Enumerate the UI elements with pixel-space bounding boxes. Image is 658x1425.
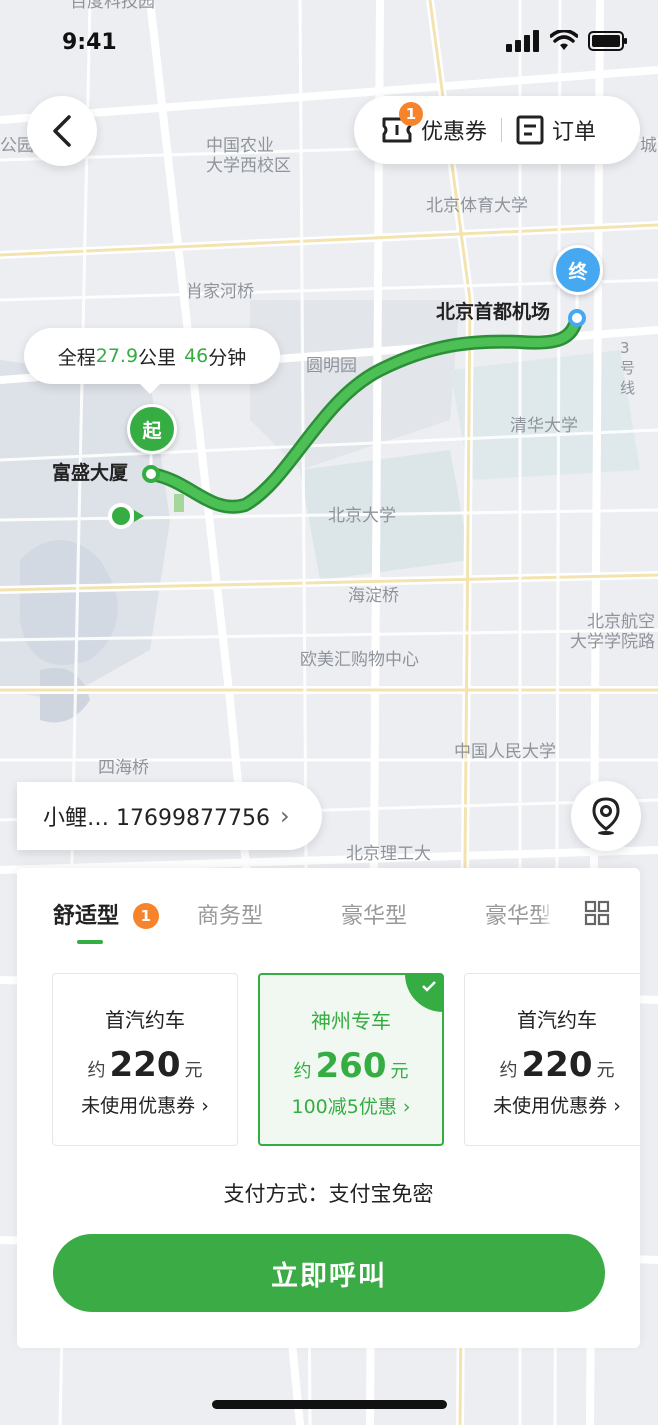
order-button[interactable]: 订单	[516, 114, 596, 146]
map-label: 肖家河桥	[186, 282, 254, 302]
car-price: 约 260 元	[293, 1046, 409, 1086]
chevron-right-icon: ›	[279, 802, 290, 830]
start-location-name: 富盛大厦	[52, 462, 129, 484]
coupon-badge: 1	[399, 102, 423, 126]
end-pin: 终	[553, 245, 603, 295]
map-label: 四海桥	[98, 758, 149, 778]
passenger-contact: 小鲤… 17699877756	[43, 806, 270, 831]
top-actions: 1 优惠券 订单	[354, 96, 640, 164]
car-options: 首汽约车 约 220 元 未使用优惠券 › 神州专车 约 260 元 100减5优惠 ›…	[52, 973, 640, 1148]
car-type-tabs: 舒适型 1 商务型 豪华型 豪华型	[17, 868, 640, 958]
car-selection-panel: 舒适型 1 商务型 豪华型 豪华型 首汽约车 约 220 元 未使用优惠券 › 神州…	[17, 868, 640, 1348]
battery-icon	[588, 31, 627, 51]
car-price: 约 220 元	[87, 1045, 203, 1085]
tab-badge: 1	[132, 903, 159, 929]
car-price: 约 220 元	[499, 1045, 615, 1085]
map-label: 中国农业 大学西校区	[206, 136, 291, 176]
map-label: 北京体育大学	[426, 196, 528, 216]
passenger-contact-button[interactable]: 小鲤… 17699877756 ›	[17, 782, 322, 850]
all-types-button[interactable]	[554, 868, 640, 958]
chevron-left-icon	[53, 115, 71, 147]
call-car-button[interactable]: 立即呼叫	[53, 1234, 605, 1312]
back-button[interactable]	[27, 96, 97, 166]
map-label: 北京航空 大学学院路	[570, 612, 655, 652]
home-indicator[interactable]	[212, 1400, 447, 1409]
trip-duration: 46	[184, 345, 209, 367]
grid-icon	[584, 900, 610, 926]
car-service-name: 首汽约车	[517, 1008, 597, 1032]
status-bar: 9:41	[0, 0, 658, 84]
location-pin-icon	[592, 797, 620, 835]
start-pin: 起	[127, 404, 177, 454]
cellular-signal-icon	[506, 30, 539, 52]
tab-comfort[interactable]: 舒适型 1	[53, 898, 159, 930]
car-option-card[interactable]: 首汽约车 约 220 元 未使用优惠券 ›	[464, 973, 640, 1146]
car-option-card[interactable]: 首汽约车 约 220 元 未使用优惠券 ›	[52, 973, 238, 1146]
end-location-name: 北京首都机场	[436, 301, 551, 323]
trip-summary: 全程 27.9 公里 46 分钟	[24, 328, 280, 394]
map-label: 欧美汇购物中心	[300, 650, 419, 670]
tab-business[interactable]: 商务型	[197, 898, 263, 930]
divider	[501, 118, 503, 142]
map-label: 北京大学	[328, 506, 396, 526]
coupon-label: 优惠券	[421, 120, 488, 145]
car-service-name: 神州专车	[311, 1009, 391, 1033]
tab-indicator	[77, 940, 103, 944]
order-label: 订单	[552, 120, 597, 145]
wifi-icon	[550, 30, 578, 50]
map-label: 圆明园	[306, 356, 357, 376]
map-label: 海淀桥	[348, 586, 399, 606]
coupon-button[interactable]: 1 优惠券	[381, 102, 488, 146]
tab-luxury[interactable]: 豪华型	[341, 898, 407, 930]
map-label: 城	[640, 136, 657, 156]
car-service-name: 首汽约车	[105, 1008, 185, 1032]
map-label: 北京理工大	[346, 844, 431, 864]
tab-luxury-2[interactable]: 豪华型	[485, 898, 551, 930]
order-icon	[516, 115, 544, 145]
trip-distance: 27.9	[95, 345, 139, 367]
map-label: 3号线	[620, 339, 636, 397]
coupon-status[interactable]: 100减5优惠 ›	[260, 1092, 442, 1119]
car-option-card-selected[interactable]: 神州专车 约 260 元 100减5优惠 ›	[258, 973, 444, 1146]
map-label: 清华大学	[510, 416, 578, 436]
coupon-status[interactable]: 未使用优惠券 ›	[465, 1091, 640, 1118]
coupon-status[interactable]: 未使用优惠券 ›	[53, 1091, 237, 1118]
status-time: 9:41	[62, 30, 117, 55]
payment-method[interactable]: 支付方式：支付宝免密	[17, 1178, 640, 1208]
map-label: 中国人民大学	[454, 742, 556, 762]
locate-button[interactable]	[571, 781, 641, 851]
